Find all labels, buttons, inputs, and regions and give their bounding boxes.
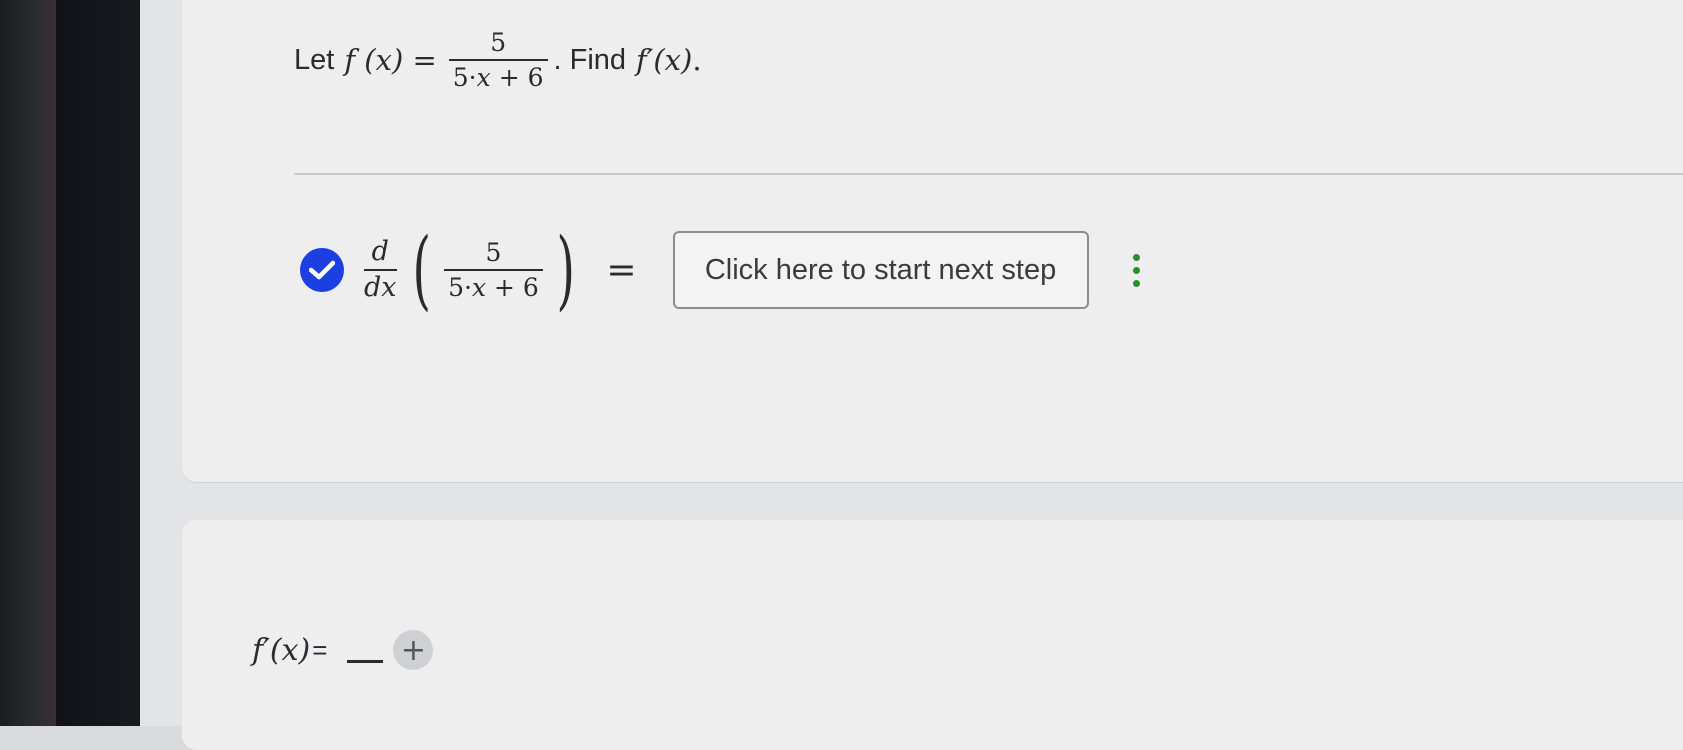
screen: Let f (x) = 5 5·x + 6 . Find f′(x) . d d… <box>140 0 1683 750</box>
left-paren: ( <box>412 220 431 320</box>
solution-step: d dx ( 5 5·x + 6 ) = Click here to start… <box>300 220 1140 320</box>
problem-prefix: Let <box>294 43 335 76</box>
vertical-ellipsis-icon[interactable] <box>1132 253 1140 287</box>
fraction-denominator: 5·x + 6 <box>448 58 548 92</box>
step-equals: = <box>606 249 637 291</box>
derivative-operator: d dx <box>364 236 397 303</box>
answer-row: f′(x) = + <box>252 620 434 680</box>
fraction-numerator: 5 <box>490 27 507 57</box>
function-lhs: f (x) = <box>344 43 437 77</box>
add-answer-button[interactable]: + <box>393 630 434 670</box>
section-divider <box>294 173 1683 175</box>
answer-label: f′(x) <box>252 632 311 668</box>
screen-edge <box>56 0 140 726</box>
derivative-notation: f′(x) <box>636 43 693 77</box>
function-fraction: 5 5·x + 6 <box>448 27 548 92</box>
check-circle-icon <box>300 248 344 292</box>
problem-suffix: . Find <box>553 43 627 76</box>
monitor-bezel <box>0 0 56 726</box>
problem-card: Let f (x) = 5 5·x + 6 . Find f′(x) . d d… <box>182 0 1683 482</box>
step-fraction: 5 5·x + 6 <box>444 237 543 302</box>
right-paren: ) <box>556 220 575 320</box>
problem-period: . <box>692 43 702 77</box>
answer-blank-input[interactable] <box>347 659 384 663</box>
start-next-step-button[interactable]: Click here to start next step <box>672 231 1089 309</box>
step-numerator: 5 <box>485 237 502 267</box>
answer-equals: = <box>312 634 328 665</box>
problem-statement: Let f (x) = 5 5·x + 6 . Find f′(x) . <box>294 27 702 92</box>
step-denominator: 5·x + 6 <box>444 268 543 302</box>
